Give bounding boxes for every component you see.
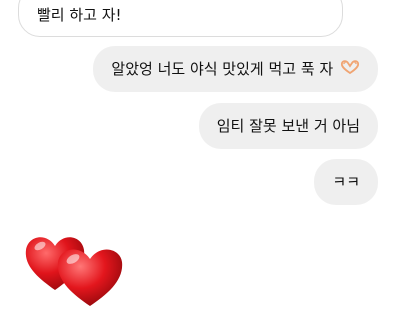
message-text: 알았엉 너도 야식 맛있게 먹고 푹 자 xyxy=(111,60,334,78)
outgoing-message-bubble[interactable]: ㅋㅋ xyxy=(314,159,378,205)
message-text: 임티 잘못 보낸 거 아님 xyxy=(216,117,360,135)
outgoing-message-bubble[interactable]: 알았엉 너도 야식 맛있게 먹고 푹 자 xyxy=(93,46,378,92)
incoming-message-bubble[interactable]: 빨리 하고 자! xyxy=(18,0,343,37)
two-red-hearts-icon[interactable] xyxy=(22,226,134,306)
message-text: ㅋㅋ xyxy=(332,173,360,191)
outgoing-message-bubble[interactable]: 임티 잘못 보낸 거 아님 xyxy=(198,103,378,149)
heart-hands-icon xyxy=(340,47,360,93)
message-text: 빨리 하고 자! xyxy=(37,6,122,24)
chat-thread: 빨리 하고 자! 알았엉 너도 야식 맛있게 먹고 푹 자 임티 잘못 보낸 거… xyxy=(0,0,400,306)
